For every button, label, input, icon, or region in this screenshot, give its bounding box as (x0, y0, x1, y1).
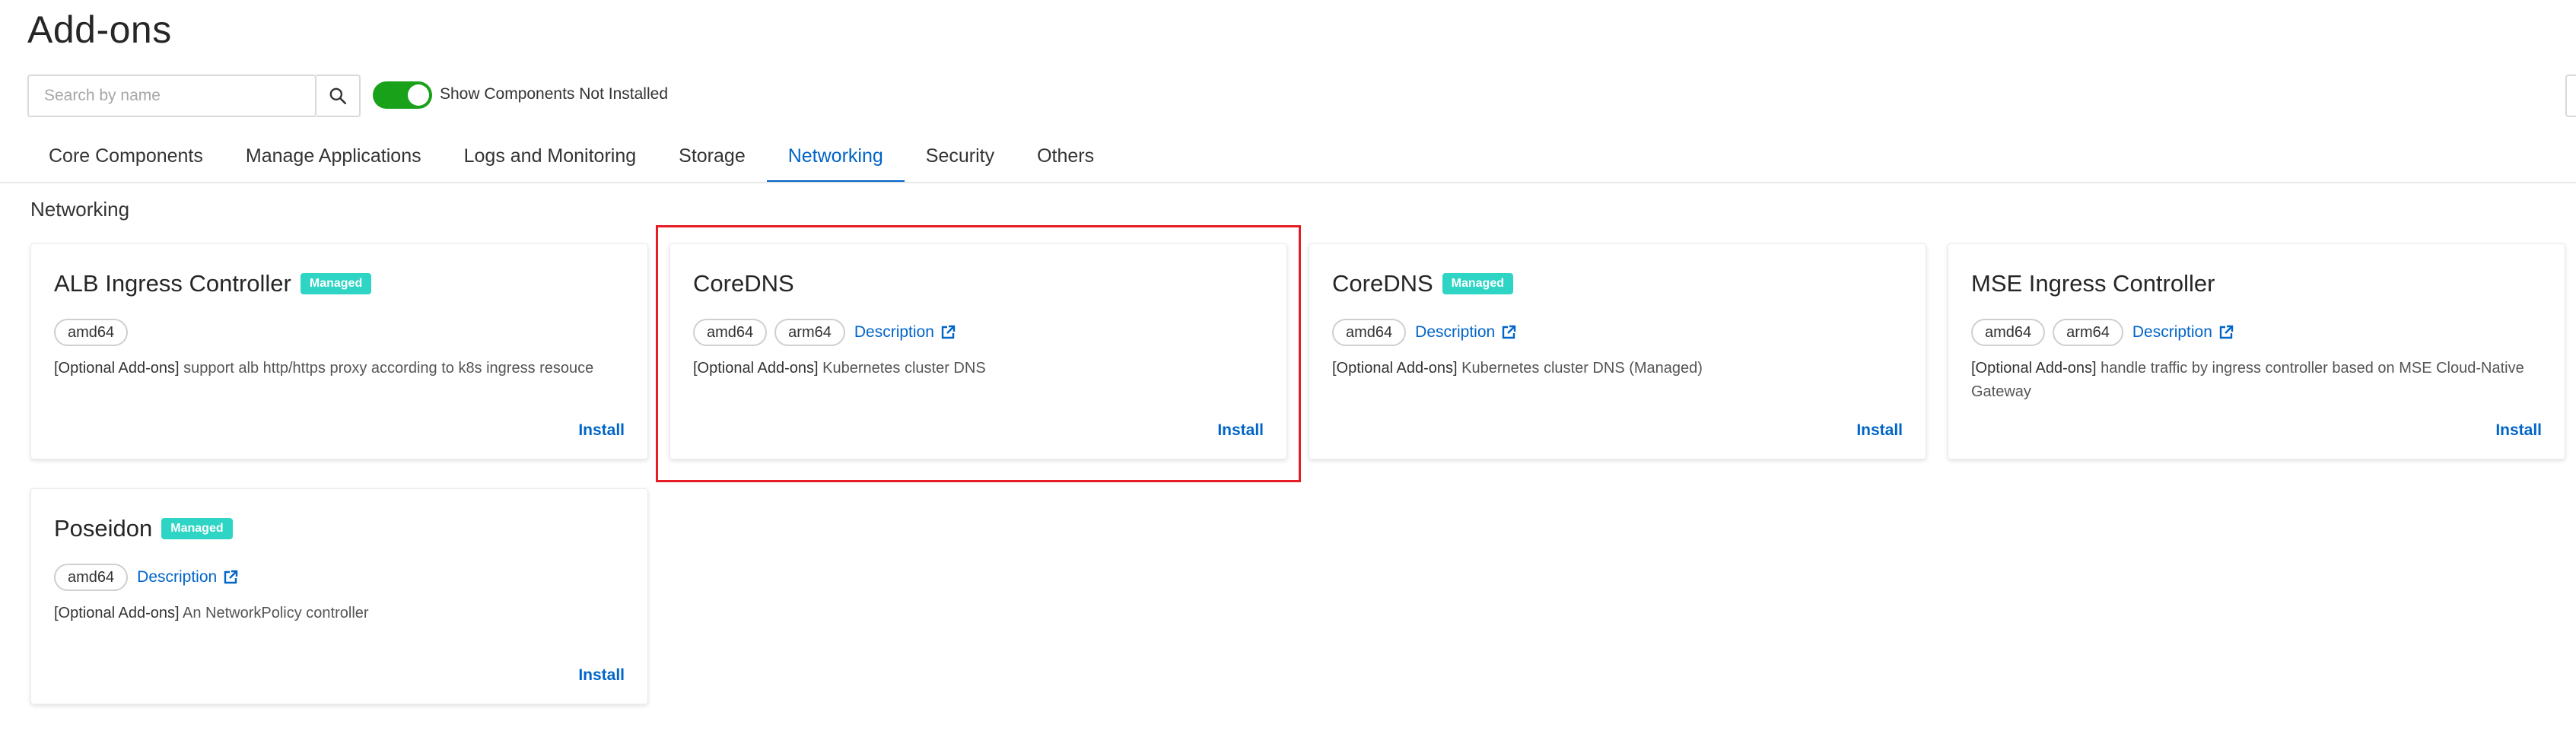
arch-tag: amd64 (1332, 319, 1407, 346)
search-input[interactable] (29, 76, 318, 116)
external-link-icon (1503, 325, 1516, 339)
tabs-divider (0, 182, 2576, 183)
tab-networking[interactable]: Networking (766, 129, 905, 183)
addon-card-mse-ingress-controller: MSE Ingress Controller amd64 arm64 Descr… (1948, 243, 2565, 459)
card-description: [Optional Add-ons] support alb http/http… (54, 357, 617, 380)
tab-logs-and-monitoring[interactable]: Logs and Monitoring (443, 129, 658, 183)
card-tags: amd64 arm64 Description (1971, 319, 2234, 346)
page-title: Add-ons (27, 8, 172, 51)
search-icon (329, 87, 347, 105)
category-tabs: Core Components Manage Applications Logs… (27, 129, 1115, 183)
desc-text: support alb http/https proxy according t… (179, 360, 594, 377)
description-link[interactable]: Description (2132, 323, 2234, 342)
highlight-box (656, 225, 1301, 482)
card-title-row: MSE Ingress Controller (1971, 270, 2215, 297)
install-button[interactable]: Install (578, 421, 625, 440)
toggle-label: Show Components Not Installed (440, 85, 668, 103)
toggle-knob (408, 84, 429, 106)
section-title: Networking (30, 198, 130, 221)
card-title-row: Poseidon Managed (54, 515, 233, 542)
addon-card-poseidon: Poseidon Managed amd64 Description [Opti… (30, 488, 648, 704)
card-description: [Optional Add-ons] An NetworkPolicy cont… (54, 602, 617, 625)
tab-manage-applications[interactable]: Manage Applications (224, 129, 443, 183)
install-button[interactable]: Install (578, 666, 625, 685)
card-name: ALB Ingress Controller (54, 270, 291, 297)
description-link[interactable]: Description (137, 568, 238, 586)
external-link-icon (2219, 325, 2234, 339)
arch-tag: amd64 (54, 319, 129, 346)
tab-core-components[interactable]: Core Components (27, 129, 224, 183)
card-name: CoreDNS (1332, 270, 1433, 297)
desc-prefix: [Optional Add-ons] (54, 605, 180, 621)
card-tags: amd64 (54, 319, 135, 346)
external-link-icon (224, 570, 238, 584)
card-tags: amd64 Description (1332, 319, 1516, 346)
managed-badge: Managed (161, 518, 233, 539)
desc-prefix: [Optional Add-ons] (1971, 360, 2097, 377)
managed-badge: Managed (300, 273, 372, 294)
description-link[interactable]: Description (1415, 323, 1516, 342)
install-button[interactable]: Install (1856, 421, 1903, 440)
tab-security[interactable]: Security (905, 129, 1016, 183)
card-description: [Optional Add-ons] handle traffic by ing… (1971, 357, 2534, 404)
description-link-label: Description (137, 568, 218, 586)
desc-prefix: [Optional Add-ons] (1332, 360, 1458, 377)
arch-tag: amd64 (1971, 319, 2046, 346)
card-name: MSE Ingress Controller (1971, 270, 2215, 297)
description-link-label: Description (1415, 323, 1496, 341)
arch-tag: arm64 (2053, 319, 2123, 346)
card-description: [Optional Add-ons] Kubernetes cluster DN… (1332, 357, 1895, 380)
desc-prefix: [Optional Add-ons] (54, 360, 180, 377)
search-box (27, 75, 318, 117)
managed-badge: Managed (1442, 273, 1513, 294)
desc-text: Kubernetes cluster DNS (Managed) (1457, 360, 1703, 377)
tab-others[interactable]: Others (1016, 129, 1115, 183)
show-not-installed-toggle[interactable] (373, 81, 432, 109)
desc-text: An NetworkPolicy controller (179, 605, 369, 621)
card-title-row: ALB Ingress Controller Managed (54, 270, 372, 297)
card-title-row: CoreDNS Managed (1332, 270, 1513, 297)
card-tags: amd64 Description (54, 564, 238, 591)
addon-card-alb-ingress-controller: ALB Ingress Controller Managed amd64 [Op… (30, 243, 648, 459)
search-button[interactable] (316, 75, 361, 117)
tab-storage[interactable]: Storage (657, 129, 767, 183)
right-control-edge[interactable] (2565, 75, 2576, 117)
addon-card-coredns-managed: CoreDNS Managed amd64 Description [Optio… (1309, 243, 1926, 459)
arch-tag: amd64 (54, 564, 129, 591)
install-button[interactable]: Install (2495, 421, 2542, 440)
card-name: Poseidon (54, 515, 153, 542)
description-link-label: Description (2132, 323, 2212, 341)
